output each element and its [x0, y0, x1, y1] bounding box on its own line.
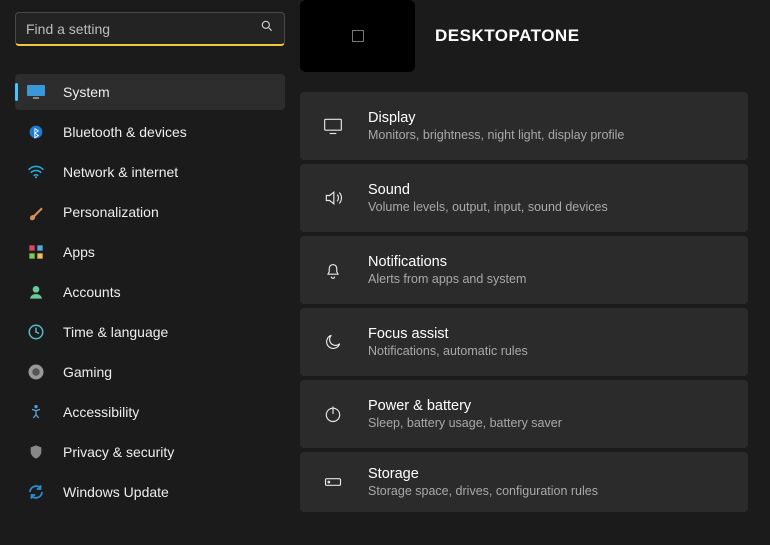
nav-item-gaming[interactable]: Gaming	[15, 354, 285, 390]
wifi-icon	[25, 161, 47, 183]
card-desc: Notifications, automatic rules	[368, 344, 528, 358]
nav-item-personalization[interactable]: Personalization	[15, 194, 285, 230]
nav-label: Accessibility	[63, 404, 139, 420]
brush-icon	[25, 201, 47, 223]
nav-list: System Bluetooth & devices Network & int…	[15, 74, 290, 510]
card-title: Storage	[368, 466, 598, 482]
card-storage[interactable]: Storage Storage space, drives, configura…	[300, 452, 748, 512]
update-icon	[25, 481, 47, 503]
nav-label: Windows Update	[63, 484, 169, 500]
device-name: DESKTOPATONE	[435, 26, 580, 46]
nav-item-system[interactable]: System	[15, 74, 285, 110]
card-focus-assist[interactable]: Focus assist Notifications, automatic ru…	[300, 308, 748, 376]
card-title: Sound	[368, 182, 608, 198]
person-icon	[25, 281, 47, 303]
card-desc: Storage space, drives, configuration rul…	[368, 484, 598, 498]
nav-item-privacy[interactable]: Privacy & security	[15, 434, 285, 470]
nav-label: Bluetooth & devices	[63, 124, 187, 140]
nav-label: Personalization	[63, 204, 159, 220]
settings-cards: Display Monitors, brightness, night ligh…	[300, 92, 770, 512]
search-input[interactable]	[26, 21, 260, 37]
nav-label: Network & internet	[63, 164, 178, 180]
search-box[interactable]	[15, 12, 285, 46]
card-desc: Alerts from apps and system	[368, 272, 526, 286]
card-title: Display	[368, 110, 624, 126]
card-desc: Volume levels, output, input, sound devi…	[368, 200, 608, 214]
nav-item-bluetooth[interactable]: Bluetooth & devices	[15, 114, 285, 150]
card-notifications[interactable]: Notifications Alerts from apps and syste…	[300, 236, 748, 304]
nav-item-accessibility[interactable]: Accessibility	[15, 394, 285, 430]
power-icon	[320, 404, 346, 424]
display-icon	[320, 116, 346, 136]
device-header: DESKTOPATONE	[300, 0, 770, 92]
nav-item-network[interactable]: Network & internet	[15, 154, 285, 190]
nav-label: Time & language	[63, 324, 168, 340]
card-title: Focus assist	[368, 326, 528, 342]
nav-item-apps[interactable]: Apps	[15, 234, 285, 270]
window-icon	[352, 30, 364, 42]
card-title: Power & battery	[368, 398, 562, 414]
nav-label: Accounts	[63, 284, 121, 300]
card-title: Notifications	[368, 254, 526, 270]
clock-globe-icon	[25, 321, 47, 343]
nav-item-time[interactable]: Time & language	[15, 314, 285, 350]
nav-item-update[interactable]: Windows Update	[15, 474, 285, 510]
nav-item-accounts[interactable]: Accounts	[15, 274, 285, 310]
shield-icon	[25, 441, 47, 463]
card-display[interactable]: Display Monitors, brightness, night ligh…	[300, 92, 748, 160]
nav-label: System	[63, 84, 110, 100]
accessibility-icon	[25, 401, 47, 423]
main-content: DESKTOPATONE Display Monitors, brightnes…	[300, 0, 770, 545]
search-icon	[260, 19, 274, 38]
storage-icon	[320, 472, 346, 492]
moon-icon	[320, 332, 346, 352]
apps-icon	[25, 241, 47, 263]
device-thumbnail	[300, 0, 415, 72]
sidebar: System Bluetooth & devices Network & int…	[0, 0, 300, 545]
bluetooth-icon	[25, 121, 47, 143]
card-power[interactable]: Power & battery Sleep, battery usage, ba…	[300, 380, 748, 448]
card-desc: Monitors, brightness, night light, displ…	[368, 128, 624, 142]
sound-icon	[320, 188, 346, 208]
card-desc: Sleep, battery usage, battery saver	[368, 416, 562, 430]
gaming-icon	[25, 361, 47, 383]
nav-label: Apps	[63, 244, 95, 260]
nav-label: Privacy & security	[63, 444, 174, 460]
nav-label: Gaming	[63, 364, 112, 380]
card-sound[interactable]: Sound Volume levels, output, input, soun…	[300, 164, 748, 232]
bell-icon	[320, 260, 346, 280]
monitor-icon	[25, 81, 47, 103]
